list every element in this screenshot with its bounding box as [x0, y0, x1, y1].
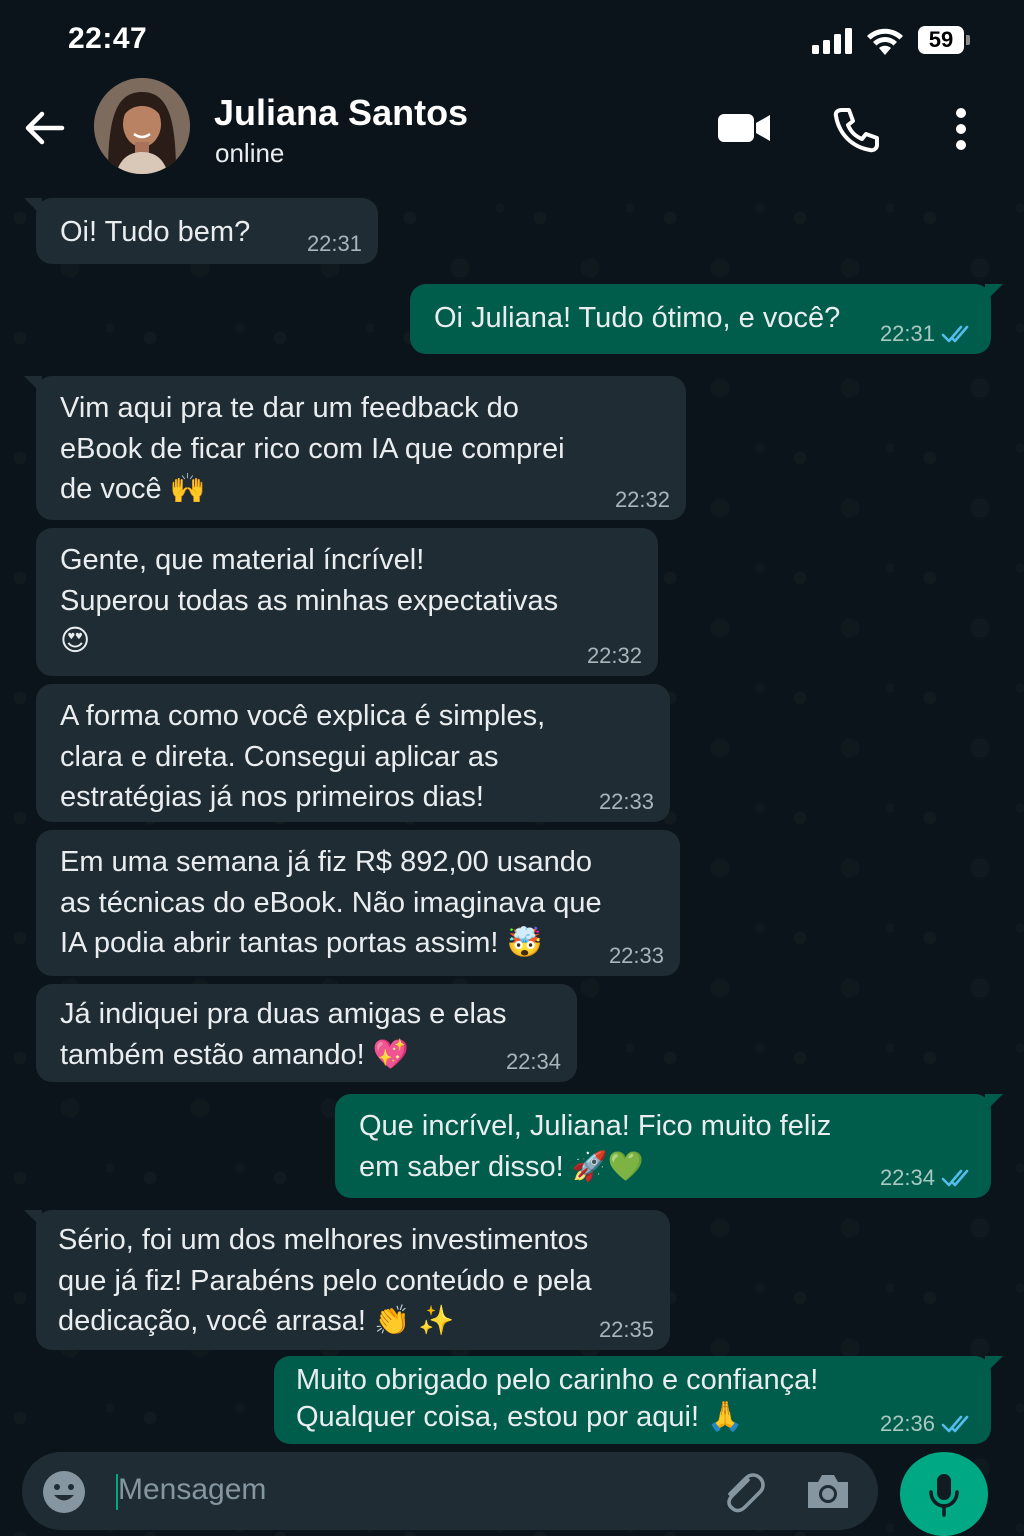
message-text: Em uma semana já fiz R$ 892,00 usando as…	[60, 846, 602, 959]
paperclip-icon[interactable]	[718, 1468, 766, 1516]
message-time: 22:34	[505, 1049, 561, 1074]
message-time: 22:34	[879, 1165, 935, 1190]
message-text: Muito obrigado pelo carinho e confiança!…	[296, 1364, 819, 1433]
message-text: Que incrível, Juliana! Fico muito feliz …	[359, 1110, 832, 1183]
wifi-icon	[867, 28, 903, 55]
microphone-icon	[929, 1474, 959, 1517]
message-bubble-incoming[interactable]: Vim aqui pra te dar um feedback do eBook…	[24, 376, 686, 520]
message-bubble-incoming[interactable]: Já indiquei pra duas amigas e elas també…	[36, 984, 577, 1082]
message-time: 22:32	[586, 643, 642, 668]
message-time: 22:33	[598, 789, 654, 814]
message-time: 22:33	[608, 943, 664, 968]
double-check-icon	[941, 325, 969, 343]
message-time: 22:32	[614, 487, 670, 512]
message-text: Sério, foi um dos melhores investimentos…	[58, 1224, 592, 1337]
message-composer	[22, 1452, 878, 1530]
voice-record-button[interactable]	[900, 1452, 988, 1536]
more-vertical-icon[interactable]	[946, 106, 976, 152]
message-bubble-incoming[interactable]: Em uma semana já fiz R$ 892,00 usando as…	[36, 830, 680, 976]
message-time: 22:31	[879, 321, 935, 346]
message-text: Já indiquei pra duas amigas e elas també…	[60, 998, 507, 1071]
message-input[interactable]	[118, 1468, 678, 1512]
contact-status: online	[215, 138, 285, 168]
arrow-left-icon[interactable]	[22, 106, 66, 150]
message-bubble-incoming[interactable]: Oi! Tudo bem? 22:31	[24, 198, 378, 264]
double-check-icon	[941, 1415, 969, 1433]
battery-icon: 59	[918, 26, 970, 54]
message-bubble-outgoing[interactable]: Que incrível, Juliana! Fico muito feliz …	[335, 1094, 1003, 1198]
message-text: A forma como você explica é simples, cla…	[60, 700, 546, 813]
message-text: Vim aqui pra te dar um feedback do eBook…	[60, 392, 565, 505]
message-time: 22:35	[598, 1317, 654, 1342]
message-time: 22:36	[879, 1411, 935, 1436]
chat-header: Juliana Santos online	[0, 78, 1024, 188]
camera-icon[interactable]	[804, 1470, 852, 1512]
status-time: 22:47	[68, 22, 148, 55]
message-bubble-incoming[interactable]: A forma como você explica é simples, cla…	[36, 684, 670, 822]
avatar-image	[94, 78, 190, 174]
message-time: 22:31	[306, 231, 362, 256]
message-bubble-incoming[interactable]: Gente, que material íncrível! Superou to…	[36, 528, 658, 676]
status-bar: 22:47 59	[0, 0, 1024, 80]
message-bubble-outgoing[interactable]: Muito obrigado pelo carinho e confiança!…	[274, 1356, 1003, 1444]
cellular-signal-icon	[812, 28, 852, 54]
contact-name[interactable]: Juliana Santos	[214, 92, 468, 134]
battery-level: 59	[928, 27, 954, 52]
message-bubble-outgoing[interactable]: Oi Juliana! Tudo ótimo, e você? 22:31	[410, 284, 1003, 354]
avatar[interactable]	[94, 78, 190, 174]
message-bubble-incoming[interactable]: Sério, foi um dos melhores investimentos…	[24, 1210, 670, 1350]
message-text: Gente, que material íncrível! Superou to…	[60, 544, 559, 657]
phone-icon[interactable]	[832, 106, 880, 154]
double-check-icon	[941, 1169, 969, 1187]
emoji-icon[interactable]	[42, 1470, 86, 1514]
video-camera-icon[interactable]	[716, 108, 772, 148]
